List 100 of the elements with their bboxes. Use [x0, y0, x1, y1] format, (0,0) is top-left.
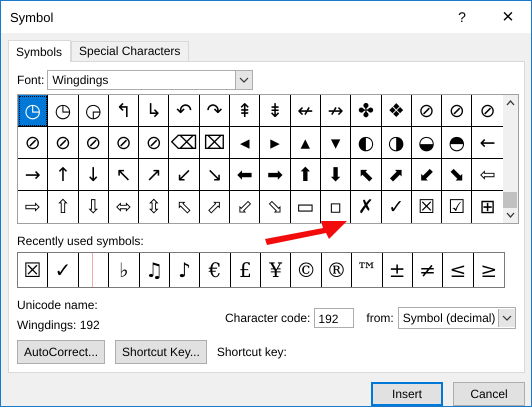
shortcut-key-label: Shortcut key:: [216, 345, 287, 359]
recent-symbol-cell[interactable]: ±: [382, 253, 413, 287]
symbol-cell[interactable]: ↚: [290, 95, 321, 127]
recent-symbol-cell[interactable]: ¥: [261, 253, 292, 287]
symbol-cell[interactable]: ☒: [412, 191, 442, 223]
recent-symbol-cell[interactable]: ®: [322, 253, 352, 287]
symbol-cell[interactable]: ▾: [320, 127, 352, 159]
recent-symbol-cell[interactable]: ™: [352, 253, 382, 287]
symbol-cell[interactable]: ▭: [290, 191, 321, 223]
symbol-cell[interactable]: ↳: [139, 95, 170, 127]
symbol-cell[interactable]: ◂: [230, 127, 260, 159]
symbol-cell[interactable]: ⬃: [230, 191, 260, 223]
font-dropdown[interactable]: Wingdings: [47, 70, 254, 90]
unicode-name-label: Unicode name:: [17, 298, 99, 312]
symbol-cell[interactable]: ↖: [108, 159, 140, 191]
symbol-cell[interactable]: ↶: [169, 95, 200, 127]
symbol-cell[interactable]: ◷: [48, 95, 79, 127]
symbol-cell[interactable]: ⊘: [78, 127, 109, 159]
symbol-cell[interactable]: ◐: [351, 127, 382, 159]
symbol-cell[interactable]: ⬇: [320, 159, 352, 191]
recent-symbol-cell[interactable]: ☒: [18, 253, 48, 287]
chevron-icon: [502, 315, 512, 321]
symbol-cell[interactable]: ⬀: [200, 191, 230, 223]
recent-symbol-cell[interactable]: ♪: [170, 253, 200, 287]
symbol-cell[interactable]: →: [18, 159, 48, 191]
from-label: from:: [366, 311, 394, 325]
symbol-cell[interactable]: ⬊: [442, 159, 472, 191]
symbol-cell[interactable]: ✗: [351, 191, 382, 223]
symbol-cell[interactable]: ↙: [169, 159, 200, 191]
symbol-cell[interactable]: ⊘: [442, 95, 472, 127]
symbol-cell[interactable]: ↰: [108, 95, 140, 127]
symbol-cell[interactable]: ✓: [382, 191, 412, 223]
recent-symbol-cell[interactable]: ≠: [412, 253, 444, 287]
symbol-cell[interactable]: ⬋: [412, 159, 442, 191]
symbol-cell[interactable]: ↷: [200, 95, 230, 127]
recent-symbol-cell[interactable]: £: [230, 253, 261, 287]
symbol-cell[interactable]: ⇟: [260, 95, 291, 127]
tab[interactable]: Symbols: [8, 40, 72, 62]
symbol-cell[interactable]: ⌫: [169, 127, 200, 159]
recent-symbol-cell[interactable]: ≥: [474, 253, 504, 287]
chevron-icon: [239, 77, 250, 83]
scrollbar[interactable]: [502, 95, 518, 223]
close-button[interactable]: ×: [485, 6, 531, 28]
symbol-cell[interactable]: ⊘: [139, 127, 170, 159]
dialog-button[interactable]: Insert: [371, 382, 443, 406]
symbol-cell[interactable]: ▴: [290, 127, 321, 159]
recent-symbol-cell[interactable]: €: [200, 253, 231, 287]
symbol-cell[interactable]: ⊘: [18, 127, 48, 159]
recent-symbols-label: Recently used symbols:: [17, 234, 145, 248]
character-code-field[interactable]: 192: [314, 308, 354, 328]
scroll-up-icon[interactable]: [506, 100, 515, 106]
symbol-cell[interactable]: ↘: [200, 159, 230, 191]
symbol-cell[interactable]: ⬄: [108, 191, 140, 223]
symbol-cell[interactable]: ⬉: [351, 159, 382, 191]
symbol-cell[interactable]: ◑: [382, 127, 412, 159]
symbol-cell[interactable]: ↗: [139, 159, 170, 191]
symbol-cell[interactable]: ◷: [18, 95, 48, 127]
recent-symbol-cell[interactable]: ♭: [109, 253, 140, 287]
symbol-cell[interactable]: ⇨: [18, 191, 48, 223]
symbol-cell[interactable]: ◓: [442, 127, 472, 159]
dialog-button[interactable]: Cancel: [453, 382, 525, 406]
symbol-cell[interactable]: ⇧: [48, 191, 79, 223]
autocorrect-button[interactable]: AutoCorrect...: [17, 340, 106, 364]
window-title: Symbol: [10, 10, 54, 24]
symbol-cell[interactable]: ⌧: [200, 127, 230, 159]
scroll-thumb[interactable]: [503, 192, 518, 208]
recent-symbol-cell[interactable]: ≤: [443, 253, 474, 287]
symbol-cell[interactable]: ↓: [78, 159, 109, 191]
symbol-cell[interactable]: ✤: [351, 95, 382, 127]
font-label: Font:: [17, 73, 44, 87]
symbol-cell[interactable]: ❖: [382, 95, 412, 127]
recent-symbol-cell[interactable]: ©: [291, 253, 322, 287]
symbol-cell[interactable]: ↛: [320, 95, 352, 127]
symbol-cell[interactable]: ⬂: [260, 191, 291, 223]
symbol-cell[interactable]: ☑: [442, 191, 472, 223]
shortcut-key-button[interactable]: Shortcut Key...: [115, 340, 207, 364]
symbol-cell[interactable]: ⬆: [290, 159, 321, 191]
symbol-cell[interactable]: ⇞: [230, 95, 260, 127]
symbol-cell[interactable]: ▸: [260, 127, 291, 159]
symbol-cell[interactable]: ⊘: [412, 95, 442, 127]
symbol-cell[interactable]: ⊞: [472, 191, 503, 223]
symbol-cell[interactable]: ↑: [48, 159, 79, 191]
help-button[interactable]: ?: [439, 9, 485, 25]
symbol-cell[interactable]: ⇩: [78, 191, 109, 223]
recent-symbol-cell[interactable]: ✓: [48, 253, 79, 287]
symbol-cell[interactable]: ◒: [412, 127, 442, 159]
unicode-name-value: Wingdings: 192: [17, 318, 101, 332]
symbol-cell[interactable]: ⇳: [139, 191, 170, 223]
tab[interactable]: Special Characters: [71, 41, 190, 61]
recent-symbol-cell[interactable]: ♫: [140, 253, 170, 287]
scroll-down-icon[interactable]: [506, 212, 515, 218]
character-code-label: Character code:: [225, 311, 310, 325]
symbol-cell[interactable]: ⬅: [230, 159, 260, 191]
symbol-cell[interactable]: ➡: [260, 159, 291, 191]
symbol-cell[interactable]: ◶: [78, 95, 109, 127]
symbol-cell[interactable]: ⊘: [48, 127, 79, 159]
from-dropdown[interactable]: Symbol (decimal): [398, 307, 516, 329]
symbol-cell[interactable]: ⬁: [169, 191, 200, 223]
symbol-cell[interactable]: ⬈: [382, 159, 412, 191]
symbol-cell[interactable]: ⊘: [108, 127, 140, 159]
